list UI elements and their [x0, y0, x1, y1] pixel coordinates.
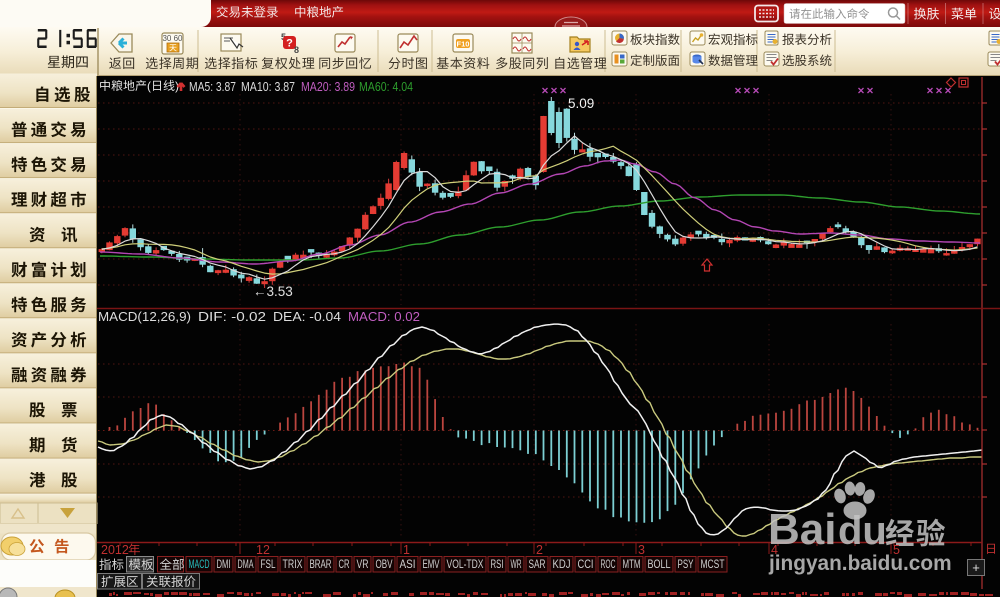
svg-text:VOL-TDX: VOL-TDX	[447, 559, 484, 571]
svg-text:CCI: CCI	[578, 559, 594, 571]
svg-text:EMV: EMV	[423, 559, 440, 571]
svg-text:30 60: 30 60	[162, 34, 183, 43]
svg-text:ASI: ASI	[400, 559, 416, 571]
svg-text:1: 1	[403, 543, 410, 557]
svg-text:DIF: -0.02: DIF: -0.02	[198, 310, 266, 324]
svg-text:8: 8	[294, 45, 299, 55]
svg-text:←3.53: ←3.53	[253, 284, 293, 299]
svg-text:MA10: 3.87: MA10: 3.87	[241, 80, 295, 94]
svg-text:MTM: MTM	[623, 559, 641, 571]
svg-text:BOLL: BOLL	[648, 559, 671, 571]
svg-text:+: +	[972, 560, 980, 575]
svg-text:MA20: 3.89: MA20: 3.89	[301, 80, 355, 94]
svg-text:3: 3	[638, 543, 645, 557]
svg-text:DMA: DMA	[238, 559, 254, 571]
svg-text:TRIX: TRIX	[283, 559, 303, 571]
svg-text:DEA: -0.04: DEA: -0.04	[273, 310, 341, 324]
svg-text:2012: 2012	[101, 543, 129, 557]
svg-text:ROC: ROC	[601, 559, 616, 571]
svg-text:F10: F10	[457, 40, 470, 49]
svg-text:DMI: DMI	[217, 559, 231, 571]
svg-text:MACD: 0.02: MACD: 0.02	[348, 310, 420, 324]
svg-text:4: 4	[771, 543, 778, 557]
svg-text:天: 天	[169, 44, 177, 53]
svg-text:?: ?	[286, 38, 293, 50]
svg-text:2: 2	[536, 543, 543, 557]
svg-text:BRAR: BRAR	[310, 559, 332, 571]
svg-text:MA60: 4.04: MA60: 4.04	[359, 80, 413, 94]
svg-text:WR: WR	[511, 559, 522, 571]
svg-text:Bai: Bai	[768, 505, 836, 554]
svg-text:SAR: SAR	[529, 559, 546, 571]
svg-text:(: (	[147, 79, 151, 93]
svg-text:KDJ: KDJ	[553, 559, 571, 571]
svg-text:jingyan.baidu.com: jingyan.baidu.com	[768, 552, 952, 575]
svg-text:12: 12	[256, 543, 270, 557]
svg-text:MACD(12,26,9): MACD(12,26,9)	[98, 310, 191, 324]
svg-text:CR: CR	[339, 559, 350, 571]
svg-text:MACD: MACD	[189, 559, 210, 571]
svg-text:FSL: FSL	[261, 559, 276, 571]
svg-text:MA5: 3.87: MA5: 3.87	[189, 80, 236, 94]
svg-text:RSI: RSI	[491, 559, 504, 571]
svg-text:5.09: 5.09	[568, 96, 594, 111]
svg-text:VR: VR	[357, 559, 369, 571]
svg-text:OBV: OBV	[376, 559, 393, 571]
svg-text:PSY: PSY	[678, 559, 694, 571]
svg-text:5: 5	[893, 543, 900, 557]
svg-text:MCST: MCST	[701, 559, 725, 571]
